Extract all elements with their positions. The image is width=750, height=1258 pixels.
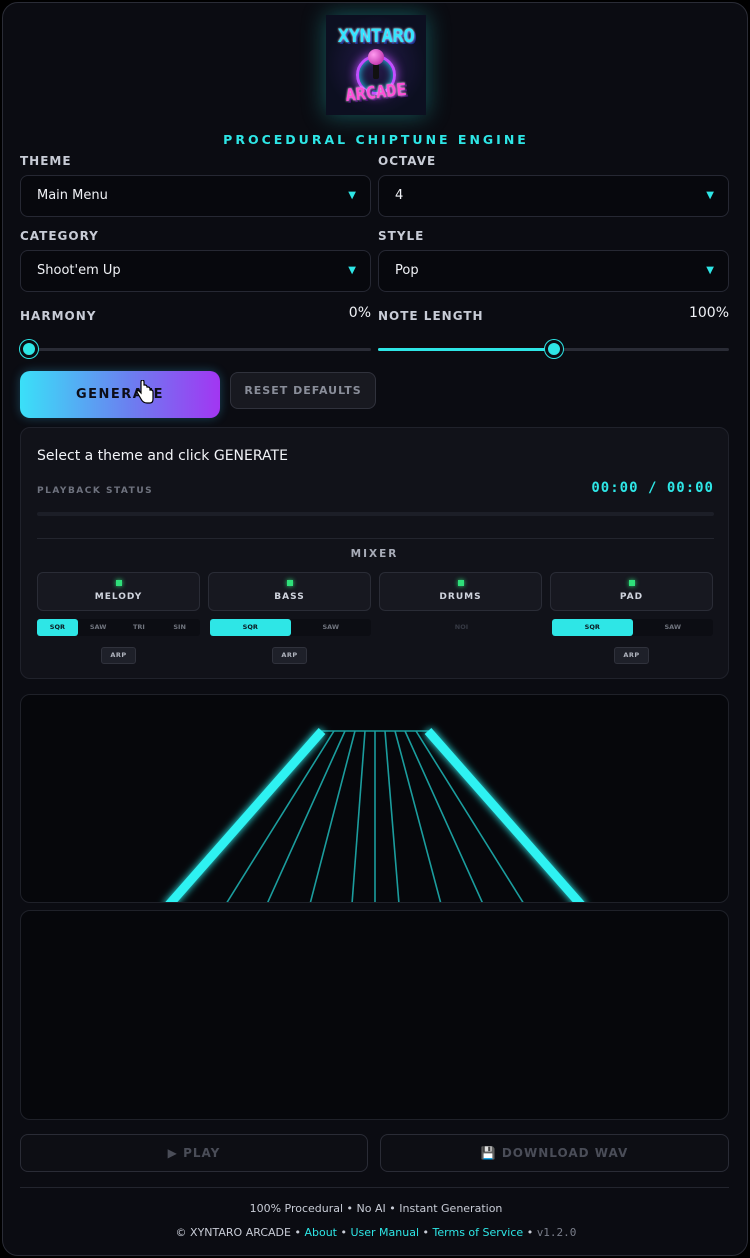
pad-wave-selector: SQR SAW	[552, 619, 713, 636]
harmony-thumb[interactable]	[20, 340, 38, 358]
separator: •	[340, 1226, 347, 1239]
grid-road-graphic	[165, 728, 585, 902]
channel-name: PAD	[619, 592, 644, 602]
channel-drums[interactable]: DRUMS	[379, 572, 542, 611]
wave-option[interactable]: SAW	[78, 619, 119, 636]
separator: •	[422, 1226, 430, 1239]
category-label: CATEGORY	[20, 229, 99, 243]
total-time: 00:00	[666, 480, 714, 496]
theme-label: THEME	[20, 154, 72, 168]
wave-option[interactable]: SAW	[291, 619, 372, 636]
channel-led	[628, 580, 635, 586]
channel-led	[115, 580, 122, 586]
mixer-title: MIXER	[350, 548, 399, 560]
user-manual-link[interactable]: User Manual	[350, 1226, 419, 1239]
version-label: v1.2.0	[536, 1226, 577, 1239]
chevron-down-icon: ▼	[348, 265, 356, 276]
app-logo: XYNTARO ARCADE	[326, 15, 426, 115]
channel-led	[286, 580, 293, 586]
chevron-down-icon: ▼	[348, 190, 356, 201]
playback-panel: Select a theme and click GENERATE PLAYBA…	[20, 427, 729, 679]
waveform-display	[20, 910, 729, 1120]
category-select[interactable]: Shoot'em Up ▼	[20, 250, 371, 292]
playback-progress-bar[interactable]	[37, 512, 714, 516]
harmony-value: 0%	[348, 305, 371, 321]
wave-option[interactable]: SIN	[159, 619, 200, 636]
wave-option[interactable]: SQR	[552, 619, 633, 636]
play-button[interactable]: ▶ PLAY	[20, 1134, 368, 1172]
theme-value: Main Menu	[37, 188, 108, 203]
channel-name: MELODY	[94, 592, 143, 602]
note-length-value: 100%	[688, 305, 729, 321]
channel-led	[457, 580, 464, 586]
footer-divider	[20, 1187, 729, 1188]
time-readout: 00:00 / 00:00	[591, 480, 714, 496]
wave-option[interactable]: SQR	[37, 619, 78, 636]
harmony-label: HARMONY	[20, 309, 97, 323]
visualizer	[20, 694, 729, 903]
generate-button[interactable]: GENERATE	[20, 371, 220, 418]
wave-option[interactable]: SQR	[210, 619, 291, 636]
bass-arp-button[interactable]: ARP	[272, 647, 307, 664]
playback-status-label: PLAYBACK STATUS	[37, 486, 154, 496]
copyright-text: © XYNTARO ARCADE •	[175, 1226, 301, 1239]
channel-melody[interactable]: MELODY	[37, 572, 200, 611]
current-time: 00:00	[591, 480, 639, 496]
app-frame: XYNTARO ARCADE PROCEDURAL CHIPTUNE ENGIN…	[2, 2, 748, 1256]
melody-arp-button[interactable]: ARP	[101, 647, 136, 664]
reset-defaults-button[interactable]: RESET DEFAULTS	[230, 372, 376, 409]
wave-option: NOI	[454, 623, 469, 631]
divider	[37, 538, 714, 539]
theme-select[interactable]: Main Menu ▼	[20, 175, 371, 217]
category-value: Shoot'em Up	[37, 263, 121, 278]
wave-option[interactable]: TRI	[119, 619, 160, 636]
note-length-slider[interactable]	[378, 340, 729, 358]
channel-bass[interactable]: BASS	[208, 572, 371, 611]
separator: •	[526, 1226, 534, 1239]
chevron-down-icon: ▼	[706, 190, 714, 201]
footer-links: © XYNTARO ARCADE • About • User Manual •…	[3, 1226, 747, 1239]
wave-option[interactable]: SAW	[633, 619, 714, 636]
time-separator: /	[647, 480, 658, 496]
bass-wave-selector: SQR SAW	[210, 619, 371, 636]
style-select[interactable]: Pop ▼	[378, 250, 729, 292]
hand-cursor-icon	[136, 380, 154, 404]
download-wav-button[interactable]: 💾 DOWNLOAD WAV	[380, 1134, 729, 1172]
note-length-thumb[interactable]	[544, 340, 563, 358]
style-label: STYLE	[378, 229, 425, 243]
about-link[interactable]: About	[304, 1226, 337, 1239]
logo-title: XYNTARO	[337, 25, 415, 47]
channel-name: BASS	[274, 592, 305, 602]
pad-arp-button[interactable]: ARP	[614, 647, 649, 664]
octave-select[interactable]: 4 ▼	[378, 175, 729, 217]
terms-link[interactable]: Terms of Service	[433, 1226, 524, 1239]
melody-wave-selector: SQR SAW TRI SIN	[37, 619, 200, 636]
logo-subtitle: ARCADE	[344, 79, 408, 107]
tagline: PROCEDURAL CHIPTUNE ENGINE	[223, 132, 529, 147]
joystick-ball	[368, 49, 384, 65]
chevron-down-icon: ▼	[706, 265, 714, 276]
channel-pad[interactable]: PAD	[550, 572, 713, 611]
style-value: Pop	[395, 263, 419, 278]
footer-features: 100% Procedural • No AI • Instant Genera…	[249, 1202, 503, 1215]
octave-value: 4	[395, 188, 404, 203]
drums-wave-selector: NOI	[381, 619, 542, 636]
status-message: Select a theme and click GENERATE	[37, 448, 288, 464]
note-length-fill	[378, 348, 554, 351]
octave-label: OCTAVE	[378, 154, 437, 168]
note-length-label: NOTE LENGTH	[378, 309, 484, 323]
channel-name: DRUMS	[439, 592, 482, 602]
harmony-slider[interactable]	[20, 340, 371, 358]
